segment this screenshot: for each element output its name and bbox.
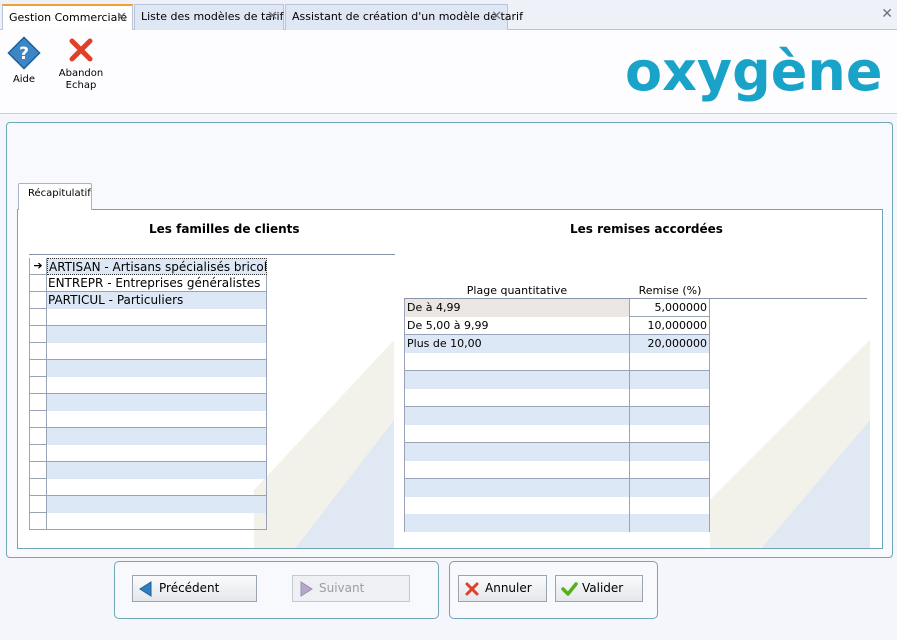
family-cell[interactable]: PARTICUL - Particuliers: [47, 292, 267, 309]
table-row-empty[interactable]: [29, 479, 267, 496]
column-header-discount[interactable]: Remise (%): [630, 283, 710, 299]
discounts-grid[interactable]: Plage quantitative Remise (%) De à 4,99 …: [404, 283, 867, 532]
table-row-empty[interactable]: [29, 496, 267, 513]
table-row-empty[interactable]: [404, 425, 710, 443]
range-cell[interactable]: De à 4,99: [404, 299, 630, 317]
table-row-empty[interactable]: [29, 513, 267, 530]
previous-label: Précédent: [159, 581, 220, 595]
validate-label: Valider: [582, 581, 624, 595]
discounts-title: Les remises accordées: [570, 222, 723, 236]
checkmark-icon: [561, 582, 578, 596]
oxygene-logo: oxygène: [625, 40, 882, 102]
tab-strip: Gestion Commerciale ✕ Liste des modèles …: [0, 0, 897, 30]
help-icon: ?: [7, 36, 41, 70]
cancel-x-icon: [69, 38, 93, 62]
tab-label: Gestion Commerciale: [9, 11, 128, 24]
table-row[interactable]: Plus de 10,00 20,000000: [404, 335, 710, 353]
table-row-empty[interactable]: [404, 353, 710, 371]
discount-cell[interactable]: 20,000000: [630, 335, 710, 353]
discount-cell[interactable]: 5,000000: [630, 299, 710, 317]
column-header-filler: [710, 283, 867, 299]
table-row-empty[interactable]: [404, 407, 710, 425]
next-label: Suivant: [319, 581, 365, 595]
range-cell[interactable]: Plus de 10,00: [404, 335, 630, 353]
table-row-empty[interactable]: [29, 309, 267, 326]
svg-text:?: ?: [19, 44, 29, 64]
help-button[interactable]: ? Aide: [6, 36, 42, 86]
table-row-empty[interactable]: [404, 497, 710, 515]
cancel-x-icon: [465, 582, 479, 596]
table-row-empty[interactable]: [404, 461, 710, 479]
tab-assistant-creation[interactable]: Assistant de création d'un modèle de tar…: [285, 4, 523, 30]
close-icon[interactable]: ✕: [116, 6, 127, 30]
logo-text: oxygène: [625, 40, 882, 102]
tab-gestion-commerciale[interactable]: Gestion Commerciale ✕: [2, 4, 133, 30]
range-cell[interactable]: De 5,00 à 9,99: [404, 317, 630, 335]
table-row-empty[interactable]: [29, 343, 267, 360]
table-row[interactable]: PARTICUL - Particuliers: [29, 292, 267, 309]
table-row-empty[interactable]: [29, 377, 267, 394]
validate-button[interactable]: Valider: [555, 575, 643, 602]
table-row-empty[interactable]: [29, 360, 267, 377]
row-selector[interactable]: [29, 292, 47, 309]
arrow-right-icon: [300, 581, 313, 597]
table-row[interactable]: ➔ ARTISAN - Artisans spécialisés bricola…: [29, 258, 267, 275]
abandon-button[interactable]: Abandon Echap: [56, 36, 106, 92]
table-row-empty[interactable]: [29, 428, 267, 445]
tab-label: Assistant de création d'un modèle de tar…: [292, 10, 523, 23]
table-row-empty[interactable]: [29, 411, 267, 428]
table-row[interactable]: ENTREPR - Entreprises généralistes: [29, 275, 267, 292]
arrow-left-icon: [139, 581, 152, 597]
table-row-empty[interactable]: [29, 326, 267, 343]
family-cell[interactable]: ARTISAN - Artisans spécialisés bricolag: [47, 258, 267, 275]
close-icon[interactable]: ✕: [267, 5, 278, 29]
table-row-empty[interactable]: [404, 479, 710, 497]
tab-label: Récapitulatif: [28, 188, 91, 199]
table-row-empty[interactable]: [404, 389, 710, 407]
current-row-arrow-icon: ➔: [29, 258, 47, 275]
table-row-empty[interactable]: [404, 443, 710, 461]
table-row-empty[interactable]: [29, 462, 267, 479]
abandon-shortcut: Echap: [65, 80, 97, 91]
next-button[interactable]: Suivant: [292, 575, 410, 602]
families-title: Les familles de clients: [149, 222, 300, 236]
tab-recapitulatif[interactable]: Récapitulatif: [18, 183, 92, 210]
families-grid[interactable]: ➔ ARTISAN - Artisans spécialisés bricola…: [29, 254, 395, 532]
cancel-button[interactable]: Annuler: [458, 575, 547, 602]
toolbar: ? Aide Abandon Echap oxygène: [0, 30, 897, 114]
table-row-empty[interactable]: [404, 371, 710, 389]
abandon-label: Abandon: [58, 68, 104, 79]
cancel-label: Annuler: [485, 581, 532, 595]
column-header-range[interactable]: Plage quantitative: [404, 283, 630, 299]
close-icon[interactable]: ✕: [491, 5, 502, 29]
previous-button[interactable]: Précédent: [132, 575, 257, 602]
close-all-icon[interactable]: ✕: [881, 6, 893, 22]
table-row[interactable]: De 5,00 à 9,99 10,000000: [404, 317, 710, 335]
family-cell[interactable]: ENTREPR - Entreprises généralistes: [47, 275, 267, 292]
row-selector[interactable]: [29, 275, 47, 292]
table-row-empty[interactable]: [404, 514, 710, 532]
discount-cell[interactable]: 10,000000: [630, 317, 710, 335]
table-row-empty[interactable]: [29, 445, 267, 462]
table-row-empty[interactable]: [29, 394, 267, 411]
tab-label: Liste des modèles de tarif: [141, 10, 284, 23]
tab-liste-modeles-tarif[interactable]: Liste des modèles de tarif ✕: [134, 4, 284, 30]
table-row[interactable]: De à 4,99 5,000000: [404, 299, 710, 317]
help-label: Aide: [12, 74, 36, 85]
